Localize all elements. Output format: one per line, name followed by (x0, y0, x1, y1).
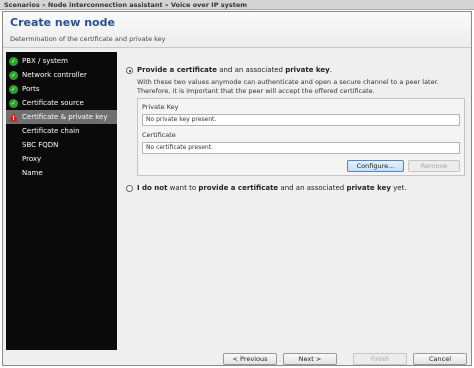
step-name[interactable]: Name (6, 166, 117, 180)
breadcrumb-item[interactable]: Voice over IP system (171, 1, 247, 9)
step-label: PBX / system (22, 57, 68, 65)
breadcrumb-separator: » (164, 1, 169, 9)
certificate-field: No certificate present. (142, 142, 460, 154)
next-button[interactable]: Next > (283, 353, 337, 365)
finish-button[interactable]: Finish (353, 353, 407, 365)
step-pbx-system[interactable]: ✓ PBX / system (6, 54, 117, 68)
wizard-steps-sidebar: ✓ PBX / system ✓ Network controller ✓ Po… (6, 52, 117, 350)
wizard-window: Create new node Determination of the cer… (2, 11, 472, 366)
page-subtitle: Determination of the certificate and pri… (10, 35, 166, 43)
check-icon: ✓ (9, 98, 18, 108)
step-certificate-private-key[interactable]: ! Certificate & private key (6, 110, 117, 124)
page-title: Create new node (10, 16, 115, 29)
check-icon: ✓ (9, 56, 18, 66)
wizard-header: Create new node Determination of the cer… (3, 12, 471, 48)
check-icon: ✓ (9, 84, 18, 94)
breadcrumb: Scenarios » Node interconnection assista… (0, 0, 474, 10)
step-sbc-fqdn[interactable]: SBC FQDN (6, 138, 117, 152)
cancel-button[interactable]: Cancel (413, 353, 467, 365)
step-certificate-source[interactable]: ✓ Certificate source (6, 96, 117, 110)
step-label: Name (22, 169, 43, 177)
step-ports[interactable]: ✓ Ports (6, 82, 117, 96)
previous-button[interactable]: < Previous (223, 353, 277, 365)
skip-certificate-radio[interactable] (126, 185, 133, 192)
private-key-label: Private Key (142, 103, 179, 111)
provide-certificate-description: With these two values anymode can authen… (137, 78, 439, 95)
breadcrumb-item[interactable]: Node interconnection assistant (48, 1, 163, 9)
step-label: Certificate & private key (22, 113, 108, 121)
step-label: Certificate source (22, 99, 84, 107)
step-certificate-chain[interactable]: Certificate chain (6, 124, 117, 138)
step-network-controller[interactable]: ✓ Network controller (6, 68, 117, 82)
provide-certificate-radio[interactable] (126, 67, 133, 74)
certificate-groupbox: Private Key No private key present. Cert… (137, 98, 465, 176)
configure-button[interactable]: Configure... (347, 160, 404, 172)
certificate-label: Certificate (142, 131, 176, 139)
provide-certificate-label[interactable]: Provide a certificate and an associated … (137, 66, 332, 74)
step-label: Ports (22, 85, 40, 93)
skip-certificate-label[interactable]: I do not want to provide a certificate a… (137, 184, 407, 192)
wizard-content: Provide a certificate and an associated … (120, 52, 469, 350)
wizard-footer: < Previous Next > Finish Cancel (3, 353, 471, 366)
step-label: Network controller (22, 71, 87, 79)
breadcrumb-separator: » (41, 1, 46, 9)
breadcrumb-item[interactable]: Scenarios (4, 1, 40, 9)
step-label: Certificate chain (22, 127, 80, 135)
step-label: Proxy (22, 155, 42, 163)
check-icon: ✓ (9, 70, 18, 80)
step-label: SBC FQDN (22, 141, 59, 149)
private-key-field: No private key present. (142, 114, 460, 126)
remove-button[interactable]: Remove (408, 160, 460, 172)
step-proxy[interactable]: Proxy (6, 152, 117, 166)
warning-icon: ! (9, 112, 18, 122)
